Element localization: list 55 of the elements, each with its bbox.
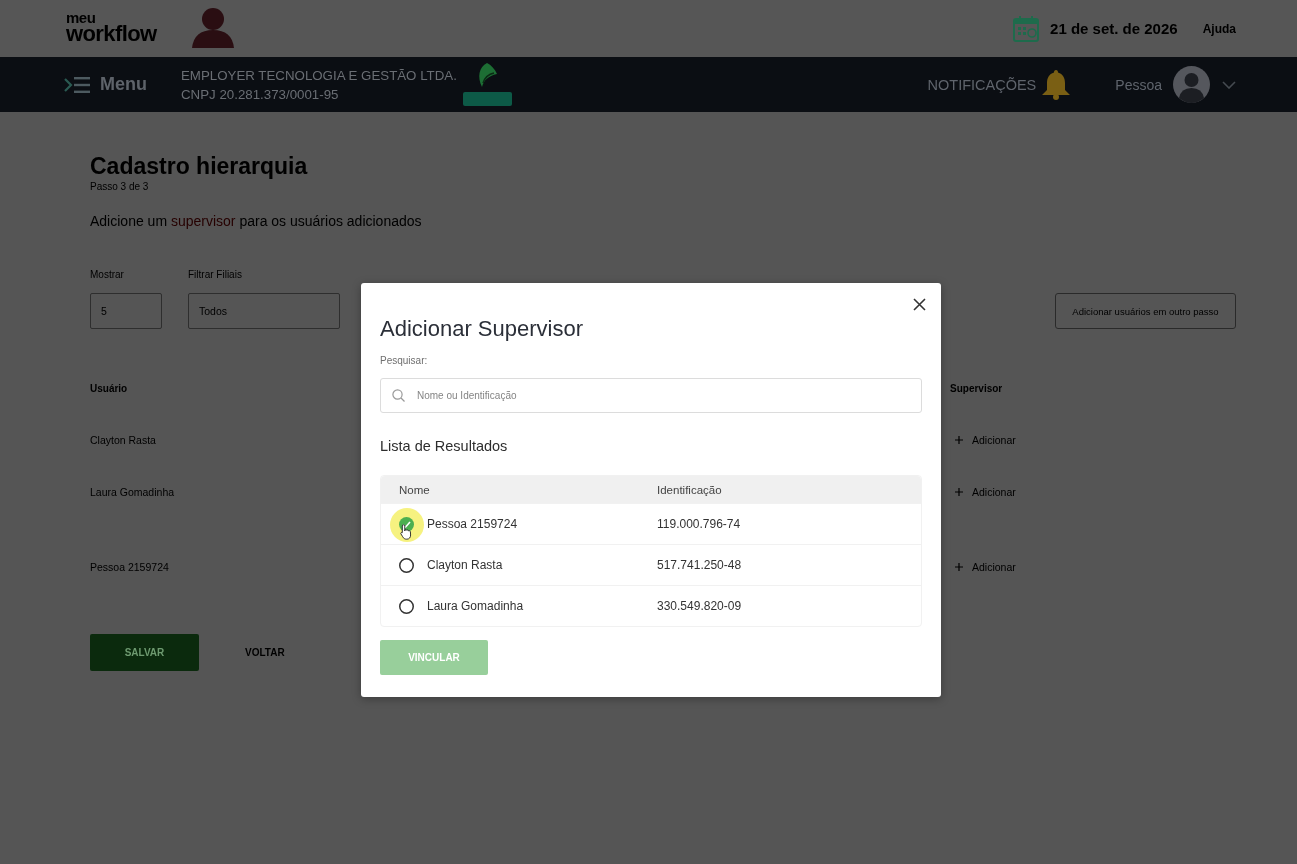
company-id: CNPJ 20.281.373/0001-95 [181, 85, 340, 104]
select-field[interactable]: 5 [90, 293, 162, 329]
column-header: Identificação [657, 483, 722, 496]
search-field[interactable]: Nome ou Identificação [380, 378, 922, 413]
user-name: Pessoa [1115, 76, 1162, 93]
add-users-button[interactable]: Adicionar usuários em outro passo [1055, 293, 1236, 329]
plus-icon [955, 488, 963, 496]
company-name: EMPLOYER TECNOLOGIA E GESTÃO LTDA. [181, 66, 457, 85]
step-text: Passo 3 de 3 [90, 181, 150, 193]
avatar-icon [1173, 66, 1210, 103]
column-header: Nome [399, 483, 430, 496]
page-title: Cadastro hierarquia [90, 152, 309, 181]
results-title: Lista de Resultados [380, 437, 509, 456]
back-button[interactable]: VOLTAR [245, 647, 285, 658]
filter-label: Filtrar Filiais [188, 269, 243, 281]
radio-button[interactable] [399, 598, 414, 614]
table-cell: Laura Gomadinha [90, 486, 175, 498]
radio-button[interactable] [399, 557, 414, 573]
table-cell: Pessoa 2159724 [427, 517, 518, 531]
menu-icon [64, 75, 90, 94]
table-cell: Clayton Rasta [90, 434, 156, 446]
menu-button[interactable]: Menu [64, 74, 147, 95]
select-field[interactable]: Todos [188, 293, 340, 329]
plus-icon [955, 436, 963, 444]
filter-label: Mostrar [90, 269, 125, 281]
plus-icon [955, 563, 963, 571]
logo-text: meu [66, 11, 96, 24]
save-button[interactable]: SALVAR [90, 634, 199, 671]
notifications-button[interactable]: NOTIFICAÇÕES [927, 69, 1071, 100]
table-cell: Laura Gomadinha [427, 599, 524, 613]
logo-text: workflow [66, 23, 157, 44]
search-label: Pesquisar: [380, 354, 429, 368]
table-cell: 119.000.796-74 [657, 517, 741, 531]
instruction-text: Adicione um supervisor para os usuários adicionados [90, 212, 423, 230]
close-icon[interactable] [913, 298, 926, 311]
add-supervisor-link[interactable]: Adicionar [955, 561, 1016, 573]
date-text: 21 de set. de 2026 [1050, 20, 1178, 37]
add-supervisor-link[interactable]: Adicionar [955, 434, 1016, 446]
help-link[interactable]: Ajuda [1202, 21, 1236, 36]
table-cell: Pessoa 2159724 [90, 561, 169, 573]
bell-icon [1042, 69, 1071, 100]
table-cell: Clayton Rasta [427, 558, 503, 572]
search-icon [392, 389, 405, 402]
supervisor-link[interactable]: supervisor [170, 213, 236, 229]
modal-title: Adicionar Supervisor [380, 315, 584, 343]
table-cell: 330.549.820-09 [657, 599, 742, 613]
link-button[interactable]: VINCULAR [380, 640, 488, 675]
column-header: Usuário [90, 382, 128, 394]
add-supervisor-link[interactable]: Adicionar [955, 486, 1016, 498]
status-badge [462, 92, 512, 106]
calendar-icon [1013, 15, 1040, 42]
user-silhouette-icon [191, 8, 234, 48]
hand-cursor-icon [400, 523, 412, 540]
column-header: Supervisor [950, 382, 1003, 394]
table-cell: 517.741.250-48 [657, 558, 742, 572]
